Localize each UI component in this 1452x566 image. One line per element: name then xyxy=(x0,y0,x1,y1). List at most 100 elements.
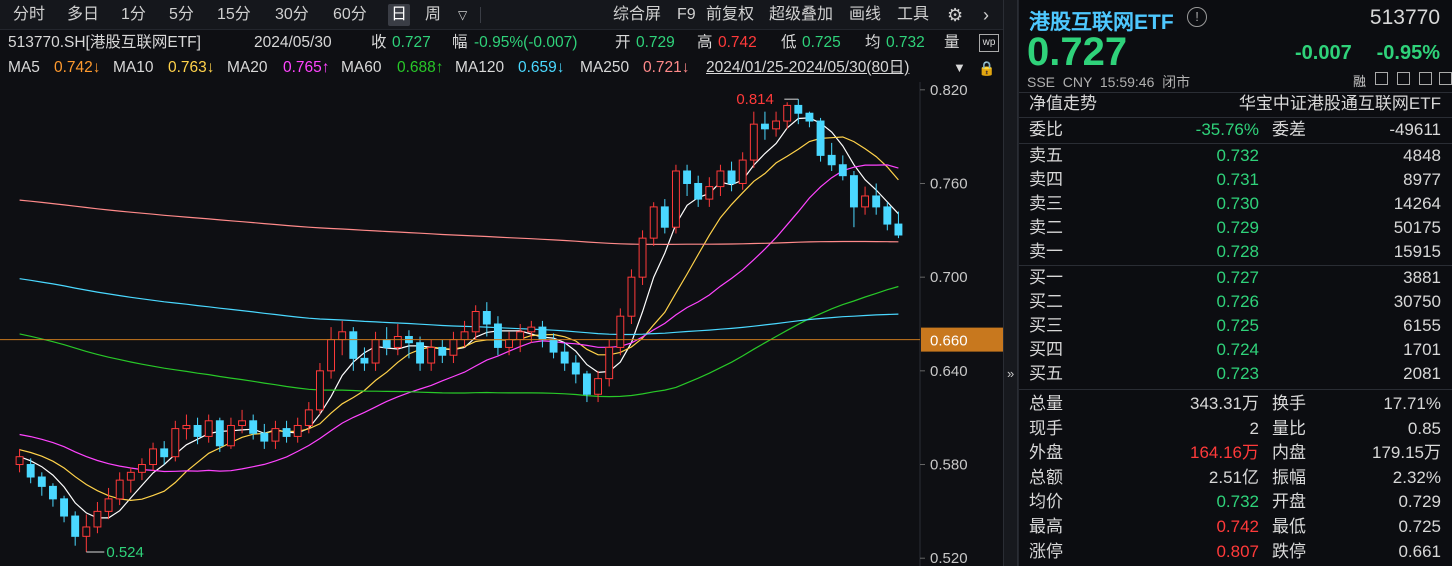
candle-up xyxy=(115,479,124,500)
period-tab-60min[interactable]: 60分 xyxy=(330,4,370,26)
bid-price[interactable]: 0.727 xyxy=(1216,266,1259,290)
ask-price[interactable]: 0.730 xyxy=(1216,192,1259,216)
bid-row[interactable]: 买三 0.725 6155 xyxy=(1019,314,1452,338)
bid-price[interactable]: 0.723 xyxy=(1216,362,1259,386)
panel-splitter[interactable]: » xyxy=(1003,0,1018,566)
candlestick-chart[interactable]: 0.820 0.760 0.700 0.640 0.580 0.520 0.660 0.814… xyxy=(0,82,1003,566)
quote-date: 2024/05/30 xyxy=(254,34,332,51)
ask-price[interactable]: 0.728 xyxy=(1216,240,1259,264)
ma120-value: 0.659↓ xyxy=(518,59,565,76)
tool-f9[interactable]: F9 xyxy=(674,4,699,26)
stat-label: 量比 xyxy=(1272,418,1306,438)
wechat-share-icon[interactable]: wp xyxy=(979,34,999,52)
period-tab-30min[interactable]: 30分 xyxy=(272,4,312,26)
window-icon[interactable] xyxy=(1375,72,1388,85)
candle-up xyxy=(137,464,146,473)
lock-icon[interactable]: 🔒 xyxy=(978,56,995,80)
candle-down xyxy=(894,223,903,236)
fund-name: 华宝中证港股通互联网ETF xyxy=(1238,94,1441,113)
ma60-label: MA60 xyxy=(341,59,382,76)
period-tab-5min[interactable]: 5分 xyxy=(166,4,197,26)
ask-row[interactable]: 卖三 0.730 14264 xyxy=(1019,192,1452,216)
ask-volume: 8977 xyxy=(1403,170,1441,189)
period-tab-intraday[interactable]: 分时 xyxy=(10,4,48,26)
chart-svg: 0.820 0.760 0.700 0.640 0.580 0.520 0.660 0.814… xyxy=(0,82,1003,566)
candle-down xyxy=(883,206,892,225)
info-icon[interactable]: ! xyxy=(1187,7,1207,27)
chevron-right-icon[interactable]: › xyxy=(980,4,992,26)
candle-down xyxy=(727,170,736,184)
ask-row[interactable]: 卖一 0.728 15915 xyxy=(1019,240,1452,264)
candle-down xyxy=(538,326,547,341)
price-change-pct: -0.95% xyxy=(1376,42,1440,64)
ma-legend-row: MA5 0.742↓ MA10 0.763↓ MA20 0.765↑ MA60 … xyxy=(0,56,1003,80)
stat-label: 总额 xyxy=(1029,467,1063,487)
tool-drawing[interactable]: 画线 xyxy=(846,4,884,26)
nav-label[interactable]: 净值走势 xyxy=(1029,92,1097,116)
bid-row[interactable]: 买二 0.726 30750 xyxy=(1019,290,1452,314)
triangle-down-icon[interactable]: ▼ xyxy=(953,56,966,80)
ask-price[interactable]: 0.731 xyxy=(1216,168,1259,192)
ask-level-label: 卖五 xyxy=(1029,146,1063,165)
candle-up xyxy=(393,335,402,348)
open-value: 0.729 xyxy=(636,34,675,51)
period-tab-15min[interactable]: 15分 xyxy=(214,4,254,26)
export-icon[interactable] xyxy=(1397,72,1410,85)
candle-down xyxy=(816,120,825,156)
layout-icon[interactable] xyxy=(1439,72,1452,85)
caret-down-icon[interactable]: ▽ xyxy=(455,4,470,26)
candle-up xyxy=(104,498,113,512)
candle-up xyxy=(93,510,102,528)
period-tab-week[interactable]: 周 xyxy=(422,4,444,26)
bid-price[interactable]: 0.724 xyxy=(1216,338,1259,362)
candle-down xyxy=(560,351,569,364)
bid-price[interactable]: 0.725 xyxy=(1216,314,1259,338)
finance-icon[interactable]: 融 xyxy=(1353,71,1366,90)
candle-down xyxy=(660,206,669,228)
y-tick-label: 0.760 xyxy=(930,175,968,192)
ask-row[interactable]: 卖五 0.732 4848 xyxy=(1019,144,1452,168)
bid-price[interactable]: 0.726 xyxy=(1216,290,1259,314)
weibi-row: 委比 -35.76% 委差 -49611 xyxy=(1019,118,1452,142)
period-tab-day[interactable]: 日 xyxy=(388,4,411,26)
candle-up xyxy=(605,346,614,380)
candle-up xyxy=(738,159,747,184)
tool-composite-screen[interactable]: 综合屏 xyxy=(610,4,664,26)
tool-super-overlay[interactable]: 超级叠加 xyxy=(766,4,836,26)
security-code: 513770 xyxy=(1369,6,1440,29)
date-range-link[interactable]: 2024/01/25-2024/05/30(80日) xyxy=(706,56,909,80)
price-change: -0.007 xyxy=(1295,42,1352,64)
tool-forward-adjust[interactable]: 前复权 xyxy=(703,4,757,26)
bid-row[interactable]: 买五 0.723 2081 xyxy=(1019,362,1452,386)
stat-value: 2.32% xyxy=(1392,467,1441,487)
candle-up xyxy=(427,346,436,364)
tool-tools[interactable]: 工具 xyxy=(894,4,932,26)
ask-row[interactable]: 卖二 0.729 50175 xyxy=(1019,216,1452,240)
candle-down xyxy=(260,432,269,442)
ask-volume: 4848 xyxy=(1403,146,1441,165)
bid-volume: 2081 xyxy=(1403,364,1441,383)
period-tab-multiday[interactable]: 多日 xyxy=(64,4,102,26)
stat-value: 343.31万 xyxy=(1190,394,1259,413)
bid-level-label: 买二 xyxy=(1029,292,1063,311)
ma10-label: MA10 xyxy=(113,59,154,76)
double-chevron-right-icon[interactable]: » xyxy=(1007,366,1014,381)
bid-row[interactable]: 买四 0.724 1701 xyxy=(1019,338,1452,362)
stat-label: 外盘 xyxy=(1029,443,1063,463)
candle-up xyxy=(371,339,380,364)
bookmark-icon[interactable] xyxy=(1419,72,1432,85)
ask-row[interactable]: 卖四 0.731 8977 xyxy=(1019,168,1452,192)
low-value: 0.725 xyxy=(802,34,841,51)
stat-value: 0.742 xyxy=(1216,517,1259,536)
gear-icon[interactable]: ⚙ xyxy=(944,4,966,26)
stat-value: 0.661 xyxy=(1398,541,1441,561)
ask-price[interactable]: 0.732 xyxy=(1216,144,1259,168)
ask-price[interactable]: 0.729 xyxy=(1216,216,1259,240)
toolbar-divider xyxy=(480,7,481,23)
period-tab-1min[interactable]: 1分 xyxy=(118,4,149,26)
nav-row[interactable]: 净值走势 华宝中证港股通互联网ETF xyxy=(1019,92,1452,116)
bid-level-label: 买三 xyxy=(1029,316,1063,335)
bid-row[interactable]: 买一 0.727 3881 xyxy=(1019,266,1452,290)
candle-up xyxy=(505,339,514,348)
stat-value: 2 xyxy=(1249,418,1259,438)
